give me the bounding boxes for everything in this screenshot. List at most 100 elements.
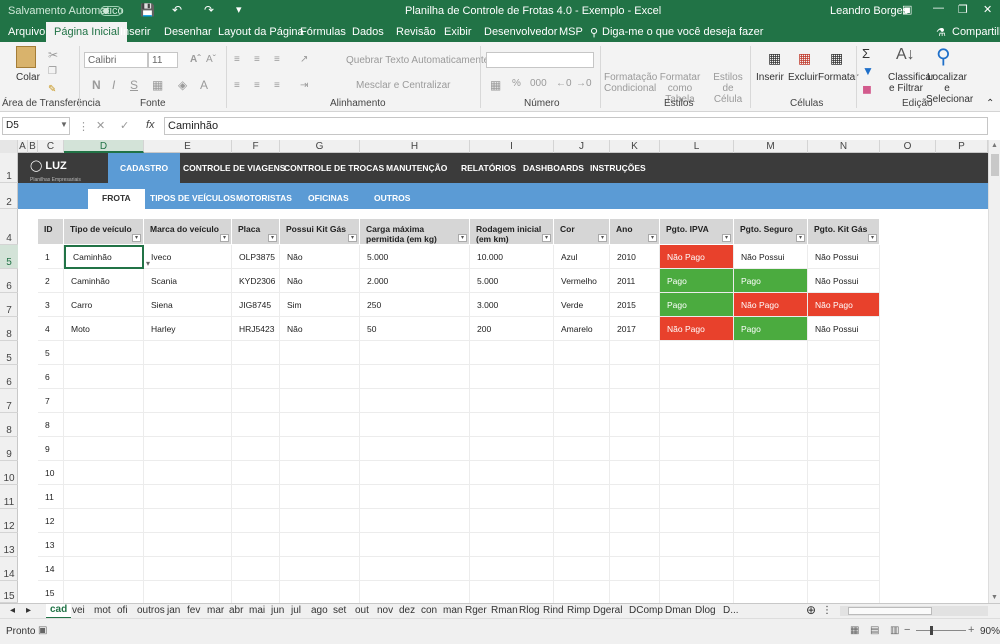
empty-cell[interactable] — [554, 341, 610, 365]
filter-dropdown-icon[interactable]: ▾ — [458, 234, 467, 242]
filter-dropdown-icon[interactable]: ▾ — [796, 234, 805, 242]
align-center-icon[interactable]: ≡ — [254, 80, 260, 91]
empty-cell[interactable] — [808, 437, 880, 461]
subnav-motoristas[interactable]: MOTORISTAS — [236, 193, 292, 203]
font-size-select[interactable]: 11 — [148, 52, 178, 68]
cell-id[interactable]: 6 — [38, 365, 64, 389]
cell-tipo[interactable]: Moto — [64, 317, 144, 341]
sheet-tab[interactable]: D... — [723, 605, 739, 616]
undo-icon[interactable]: ↶ — [172, 3, 182, 17]
empty-cell[interactable] — [734, 485, 808, 509]
sheet-tab[interactable]: fev — [187, 605, 200, 616]
paste-button[interactable]: Colar — [16, 72, 40, 83]
row-header-selected[interactable]: 5 — [0, 245, 18, 269]
cell-ano[interactable]: 2015 — [610, 293, 660, 317]
cell-marca[interactable]: Harley — [144, 317, 232, 341]
empty-cell[interactable] — [280, 485, 360, 509]
empty-cell[interactable] — [808, 389, 880, 413]
sheet-tab[interactable]: jul — [291, 605, 301, 616]
empty-cell[interactable] — [610, 485, 660, 509]
empty-cell[interactable] — [470, 485, 554, 509]
font-color-icon[interactable]: A — [200, 78, 208, 92]
nav-instrucoes[interactable]: INSTRUÇÕES — [590, 163, 646, 173]
sheet-tab[interactable]: DComp — [629, 605, 663, 616]
quick-access-dropdown-icon[interactable]: ▾ — [236, 3, 242, 16]
empty-cell[interactable] — [232, 581, 280, 605]
clear-icon[interactable]: ◼ — [862, 82, 872, 96]
cell-cor[interactable]: Azul — [554, 245, 610, 269]
column-header[interactable]: I — [470, 140, 554, 153]
empty-cell[interactable] — [360, 557, 470, 581]
vertical-scrollbar[interactable]: ▲ ▼ — [988, 140, 1000, 603]
shrink-font-icon[interactable]: Aˇ — [206, 54, 216, 65]
empty-cell[interactable] — [360, 485, 470, 509]
empty-cell[interactable] — [660, 461, 734, 485]
cell-id[interactable]: 4 — [38, 317, 64, 341]
tab-dados[interactable]: Dados — [352, 26, 384, 38]
column-header-selected[interactable]: D — [64, 140, 144, 153]
empty-cell[interactable] — [280, 365, 360, 389]
cancel-icon[interactable]: ✕ — [96, 119, 105, 132]
tab-desenhar[interactable]: Desenhar — [164, 26, 212, 38]
scroll-down-icon[interactable]: ▼ — [991, 594, 998, 601]
filter-dropdown-icon[interactable]: ▾ — [722, 234, 731, 242]
empty-cell[interactable] — [660, 533, 734, 557]
empty-cell[interactable] — [280, 341, 360, 365]
fill-icon[interactable]: ▼ — [862, 64, 874, 78]
empty-cell[interactable] — [660, 389, 734, 413]
empty-cell[interactable] — [360, 533, 470, 557]
minimize-icon[interactable]: — — [933, 2, 944, 14]
delete-button[interactable]: Excluir — [788, 72, 818, 83]
cell-kit-gas[interactable]: Não — [280, 317, 360, 341]
empty-cell[interactable] — [280, 533, 360, 557]
close-icon[interactable]: ✕ — [983, 3, 992, 16]
sheet-tab[interactable]: mai — [249, 605, 265, 616]
empty-cell[interactable] — [144, 389, 232, 413]
nav-controle-trocas[interactable]: CONTROLE DE TROCAS — [284, 163, 384, 173]
column-header[interactable]: E — [144, 140, 232, 153]
sheet-tab[interactable]: out — [355, 605, 369, 616]
cell-kit-gas[interactable]: Não — [280, 269, 360, 293]
tab-exibir[interactable]: Exibir — [444, 26, 472, 38]
empty-cell[interactable] — [808, 581, 880, 605]
empty-cell[interactable] — [554, 461, 610, 485]
zoom-out-icon[interactable]: − — [904, 624, 910, 636]
name-box-dropdown-icon[interactable]: ▼ — [60, 120, 68, 129]
empty-cell[interactable] — [734, 341, 808, 365]
empty-cell[interactable] — [144, 557, 232, 581]
sheet-tab[interactable]: mar — [207, 605, 224, 616]
empty-cell[interactable] — [610, 533, 660, 557]
cell-id[interactable]: 5 — [38, 341, 64, 365]
cell-marca[interactable]: Scania — [144, 269, 232, 293]
sheet-tab[interactable]: vei — [72, 605, 85, 616]
clipboard-icon[interactable] — [16, 46, 36, 68]
cell-pgto-seguro[interactable]: Pago — [734, 317, 808, 341]
autosum-icon[interactable]: Σ — [862, 46, 870, 61]
filter-dropdown-icon[interactable]: ▾ — [348, 234, 357, 242]
empty-cell[interactable] — [554, 413, 610, 437]
empty-cell[interactable] — [734, 461, 808, 485]
empty-cell[interactable] — [660, 581, 734, 605]
cell-id[interactable]: 1 — [38, 245, 64, 269]
empty-cell[interactable] — [734, 533, 808, 557]
empty-cell[interactable] — [734, 581, 808, 605]
cell-rodagem[interactable]: 3.000 — [470, 293, 554, 317]
empty-cell[interactable] — [64, 437, 144, 461]
empty-cell[interactable] — [360, 413, 470, 437]
cell-placa[interactable]: JIG8745 — [232, 293, 280, 317]
tab-inserir[interactable]: Inserir — [120, 26, 151, 38]
column-header[interactable]: K — [610, 140, 660, 153]
empty-cell[interactable] — [808, 413, 880, 437]
sheet-tab[interactable]: abr — [229, 605, 243, 616]
empty-cell[interactable] — [280, 389, 360, 413]
empty-cell[interactable] — [660, 341, 734, 365]
format-cells-icon[interactable]: ▦ — [830, 50, 843, 67]
scroll-up-icon[interactable]: ▲ — [991, 142, 998, 149]
thousands-icon[interactable]: 000 — [530, 78, 547, 89]
empty-cell[interactable] — [232, 437, 280, 461]
empty-cell[interactable] — [232, 365, 280, 389]
empty-cell[interactable] — [808, 461, 880, 485]
row-header[interactable]: 12 — [0, 509, 18, 533]
cell-placa[interactable]: HRJ5423 — [232, 317, 280, 341]
horizontal-scroll-thumb[interactable] — [848, 607, 932, 615]
